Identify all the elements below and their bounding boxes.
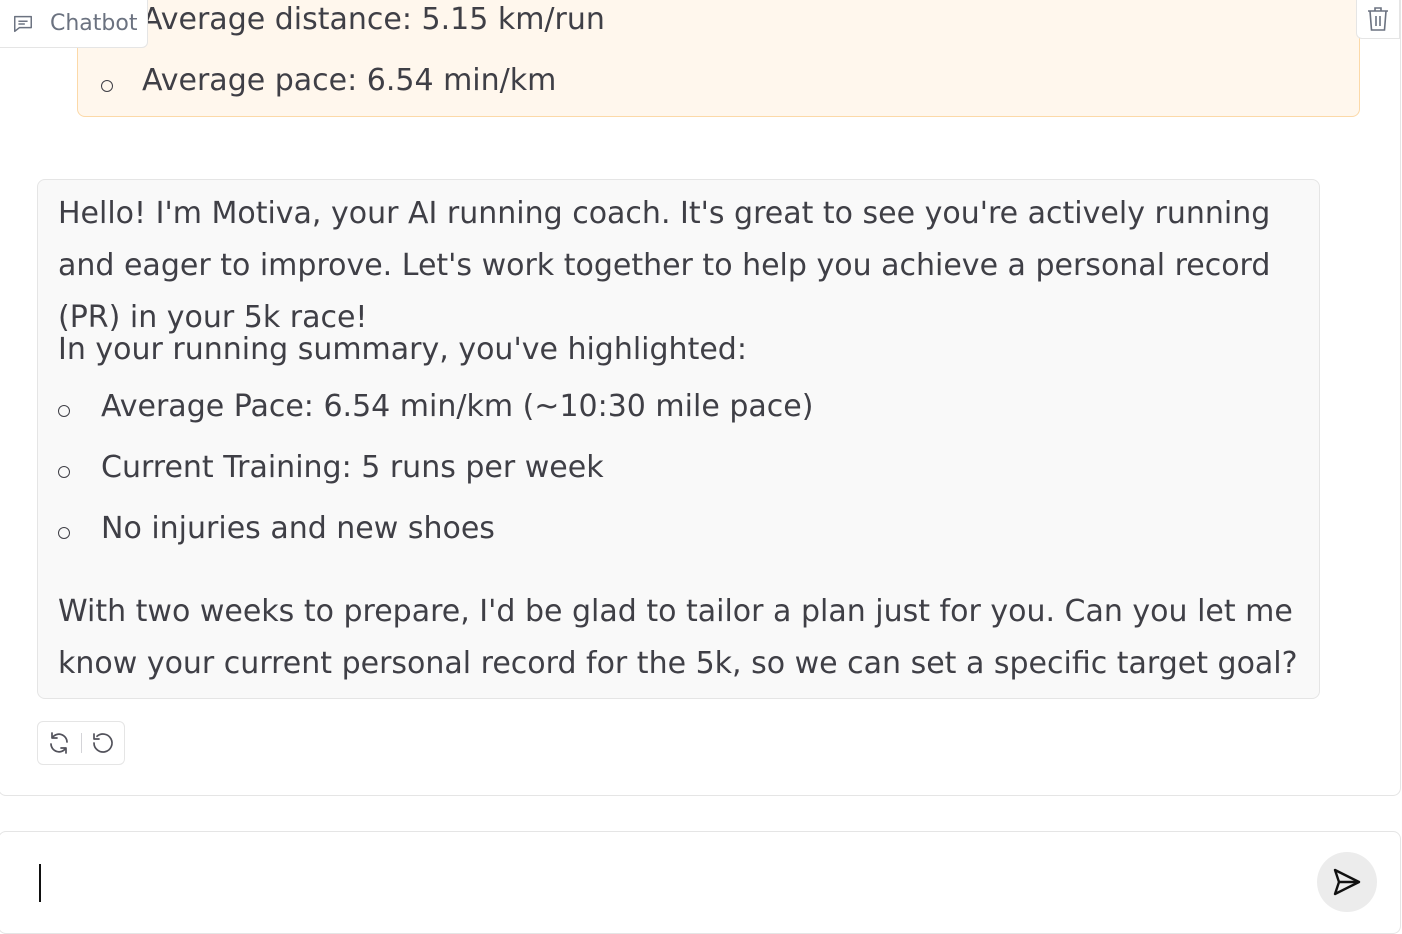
retry-icon [50, 732, 69, 754]
list-item: No injuries and new shoes [101, 511, 495, 546]
list-bullet [58, 405, 70, 417]
undo-icon [92, 733, 113, 753]
list-bullet [58, 527, 70, 539]
bot-closing-text: With two weeks to prepare, I'd be glad t… [58, 594, 1298, 681]
clear-chat-button[interactable] [1356, 0, 1400, 39]
list-bullet [101, 80, 113, 92]
user-message-bubble: Average distance: 5.15 km/run Average pa… [77, 0, 1360, 117]
retry-button[interactable] [38, 722, 81, 764]
bot-summary-heading: In your running summary, you've highligh… [58, 332, 747, 367]
chat-bubble-icon [14, 15, 32, 32]
list-item: Average distance: 5.15 km/run [142, 2, 605, 37]
message-input[interactable] [39, 858, 1289, 906]
chat-panel: Chatbot Average distance: 5.15 km/run Av… [0, 0, 1401, 796]
trash-icon [1368, 7, 1388, 31]
list-item: Average Pace: 6.54 min/km (~10:30 mile p… [101, 389, 814, 424]
list-bullet [58, 466, 70, 478]
message-composer [0, 831, 1401, 934]
list-item: Average pace: 6.54 min/km [142, 63, 557, 98]
list-item: Current Training: 5 runs per week [101, 450, 604, 485]
bot-message-bubble: Hello! I'm Motiva, your AI running coach… [37, 179, 1320, 699]
bot-intro-text: Hello! I'm Motiva, your AI running coach… [58, 196, 1271, 335]
message-actions [37, 721, 125, 765]
chatbot-label: Chatbot [0, 0, 148, 48]
undo-button[interactable] [81, 722, 124, 764]
chatbot-label-text: Chatbot [50, 11, 138, 36]
send-icon [1333, 868, 1361, 896]
send-button[interactable] [1317, 852, 1377, 912]
text-caret [39, 864, 41, 902]
